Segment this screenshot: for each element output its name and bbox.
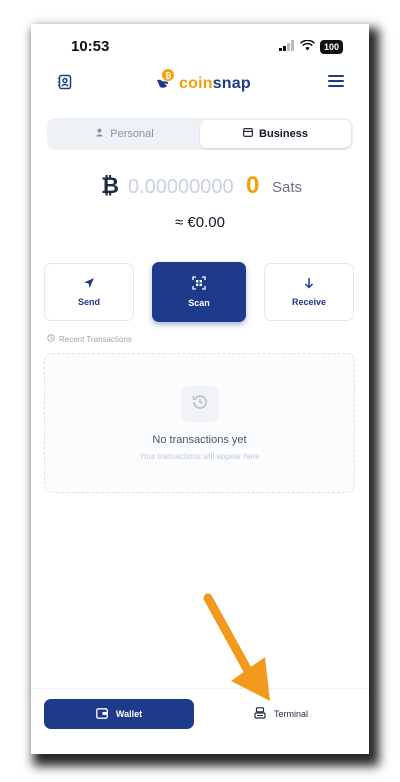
annotation-arrow xyxy=(203,593,270,701)
